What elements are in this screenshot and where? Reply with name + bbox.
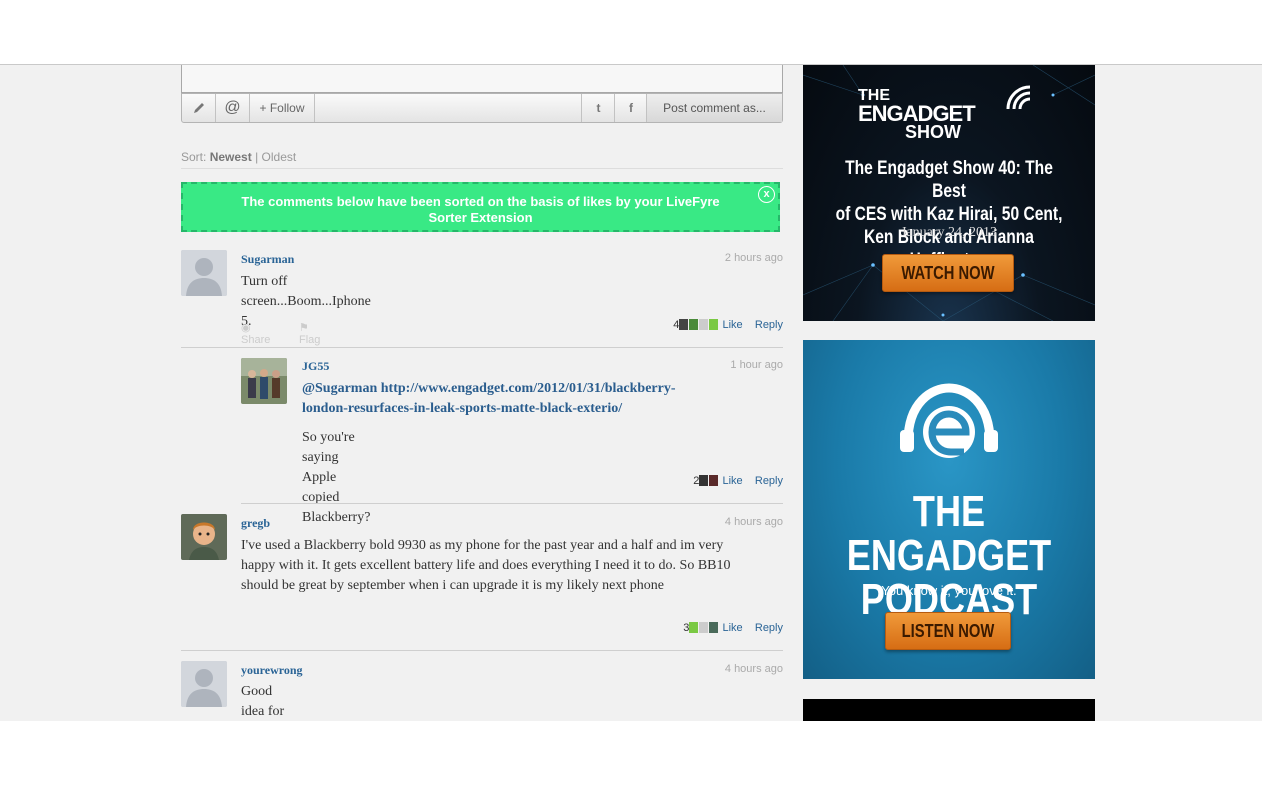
at-icon: @ [224, 99, 241, 116]
sort-oldest-link[interactable]: Oldest [262, 150, 297, 164]
cartoon-avatar-icon [181, 514, 227, 560]
divider [181, 347, 783, 348]
liker-avatar [709, 475, 719, 486]
watch-now-button[interactable]: WATCH NOW [882, 254, 1014, 292]
comment-text-line: should be great by september when i can … [241, 578, 665, 593]
url-link[interactable]: http://www.engadget.com/2012/01/31/black… [381, 381, 676, 396]
sort-separator: | [255, 150, 259, 164]
engadget-show-ad[interactable]: THE ENGADGET SHOW The Engadget Show 40: … [803, 65, 1095, 321]
sorter-extension-banner: The comments below have been sorted on t… [181, 182, 780, 232]
sort-newest-link[interactable]: Newest [210, 150, 252, 164]
liker-avatar [689, 319, 699, 330]
ad-placeholder-black [803, 699, 1095, 722]
avatar[interactable] [241, 358, 287, 404]
comment-actions: 2 Like Reply [660, 475, 783, 487]
pencil-icon [193, 103, 204, 113]
avatar[interactable] [181, 514, 227, 560]
podcast-title: THE ENGADGET PODCAST [803, 490, 1095, 622]
browser-top-area [0, 0, 1280, 64]
comment-text-line: I've used a Blackberry bold 9930 as my p… [241, 538, 724, 553]
like-button[interactable]: Like [722, 622, 742, 634]
divider [181, 168, 783, 169]
liker-avatar [699, 319, 709, 330]
divider [241, 503, 783, 504]
banner-text-line2: Sorter Extension [428, 210, 533, 225]
like-button[interactable]: Like [722, 319, 742, 331]
twitter-icon: t [596, 101, 601, 115]
liker-avatar [679, 319, 689, 330]
comment-text: I've used a Blackberry bold 9930 as my p… [241, 536, 781, 596]
comment-text: So you're saying Apple copied Blackberry… [302, 430, 371, 525]
default-avatar-icon [181, 661, 227, 707]
comment-text: @Sugarman http://www.engadget.com/2012/0… [302, 379, 772, 419]
comment-text-line: happy with it. It gets excellent battery… [241, 558, 731, 573]
watch-now-label: WATCH NOW [901, 263, 995, 283]
comment-author[interactable]: gregb [241, 516, 270, 531]
reply-button[interactable]: Reply [755, 319, 783, 331]
liker-avatar [689, 622, 699, 633]
comment-textarea[interactable] [181, 65, 783, 93]
liker-avatar [709, 622, 719, 633]
comment-composer: @ + Follow t f Post comment as... [181, 65, 783, 123]
comment-time: 4 hours ago [724, 516, 783, 528]
pencil-button[interactable] [182, 94, 216, 122]
flag-action[interactable]: ⚑ Flag [299, 321, 320, 346]
avatar[interactable] [181, 250, 227, 296]
sort-control: Sort: Newest | Oldest [181, 150, 296, 164]
avatar[interactable] [181, 661, 227, 707]
liker-avatar [699, 622, 709, 633]
show-title-line: The Engadget Show 40: The Best [845, 158, 1053, 202]
mention-button[interactable]: @ [216, 94, 250, 122]
comment-author[interactable]: yourewrong [241, 663, 303, 678]
comment-actions: 4 Like Reply [660, 319, 783, 331]
podcast-tagline: You know it, you love it. [881, 583, 1017, 598]
headphones-logo-icon [900, 383, 998, 458]
banner-text-line1: The comments below have been sorted on t… [241, 194, 720, 209]
comment-author[interactable]: Sugarman [241, 252, 294, 267]
liker-avatar [709, 319, 719, 330]
listen-now-button[interactable]: LISTEN NOW [885, 612, 1011, 650]
twitter-button[interactable]: t [581, 94, 615, 122]
flag-icon: ⚑ [299, 322, 309, 334]
page-content: @ + Follow t f Post comment as... Sort: … [0, 64, 1262, 722]
browser-bottom-area [0, 721, 1280, 800]
show-title-line: of CES with Kaz Hirai, 50 Cent, [835, 204, 1063, 225]
post-comment-button[interactable]: Post comment as... [646, 94, 782, 122]
photo-avatar-icon [241, 358, 287, 404]
share-icon: ◉ [241, 322, 251, 334]
show-date: January 24, 2013 [900, 225, 998, 240]
mention-link[interactable]: @Sugarman [302, 381, 377, 396]
facebook-icon: f [629, 101, 633, 115]
comment-time: 4 hours ago [724, 663, 783, 675]
like-button[interactable]: Like [722, 475, 742, 487]
reply-button[interactable]: Reply [755, 622, 783, 634]
right-gutter [1262, 64, 1280, 721]
comment-author[interactable]: JG55 [302, 359, 329, 374]
comment-time: 1 hour ago [730, 359, 783, 371]
share-action[interactable]: ◉ Share [241, 321, 270, 346]
follow-button[interactable]: + Follow [250, 94, 315, 122]
reply-button[interactable]: Reply [755, 475, 783, 487]
url-link-continued[interactable]: london-resurfaces-in-leak-sports-matte-b… [302, 401, 622, 416]
liker-avatar [699, 475, 709, 486]
facebook-button[interactable]: f [614, 94, 647, 122]
composer-toolbar: @ + Follow t f Post comment as... [181, 93, 783, 123]
broadcast-icon [1006, 85, 1031, 110]
engadget-podcast-ad[interactable]: THE ENGADGET PODCAST You know it, you lo… [803, 340, 1095, 679]
podcast-title-line: THE ENGADGET [846, 487, 1052, 580]
default-avatar-icon [181, 250, 227, 296]
sort-label: Sort: [181, 150, 207, 164]
divider [181, 650, 783, 651]
listen-now-label: LISTEN NOW [901, 621, 995, 641]
comment-time: 2 hours ago [724, 252, 783, 264]
comment-text: Good idea for articles. Looking forward … [241, 684, 285, 719]
close-icon[interactable]: x [758, 186, 775, 203]
comment-actions: 3 Like Reply [660, 622, 783, 634]
